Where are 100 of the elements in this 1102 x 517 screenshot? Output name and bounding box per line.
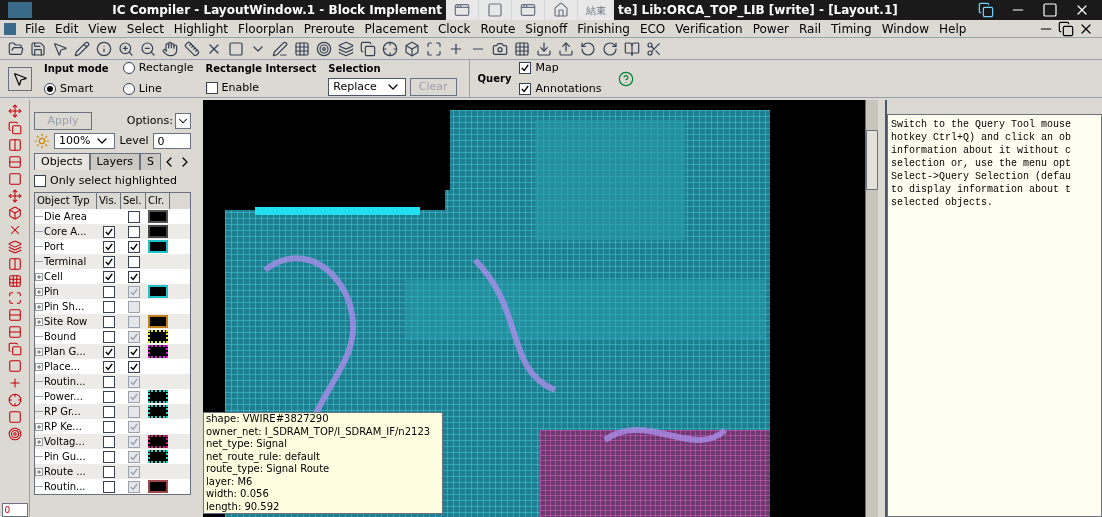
- help-icon[interactable]: [617, 70, 634, 87]
- grid-icon[interactable]: [294, 40, 310, 57]
- checkbox-label[interactable]: Annotations: [535, 80, 602, 97]
- checkbox[interactable]: [103, 330, 115, 343]
- checkbox[interactable]: [519, 62, 532, 75]
- expand-icon[interactable]: [35, 422, 43, 431]
- checkbox[interactable]: [103, 405, 115, 418]
- expand-icon[interactable]: [35, 287, 43, 296]
- menu-item[interactable]: Window: [876, 19, 934, 38]
- checkbox[interactable]: [103, 480, 115, 493]
- tool-icon[interactable]: [7, 376, 22, 390]
- tab[interactable]: Objects: [34, 152, 90, 170]
- tool-icon[interactable]: [7, 257, 22, 271]
- checkbox[interactable]: [103, 300, 115, 313]
- toolbar-icon[interactable]: [454, 2, 470, 18]
- box-icon[interactable]: [404, 40, 420, 57]
- checkbox[interactable]: [103, 240, 115, 253]
- color-swatch[interactable]: [148, 450, 168, 463]
- tool-icon[interactable]: [7, 240, 22, 254]
- tool-icon[interactable]: [7, 410, 22, 424]
- checkbox[interactable]: [103, 315, 115, 328]
- toolbar-icon[interactable]: [553, 2, 569, 18]
- checkbox[interactable]: [103, 420, 115, 433]
- end-button[interactable]: 結束: [578, 0, 614, 20]
- upload-icon[interactable]: [558, 40, 574, 57]
- checkbox[interactable]: [103, 270, 115, 283]
- checkbox[interactable]: [127, 240, 140, 253]
- layout-canvas[interactable]: shape: VWIRE#3827290 owner_net: I_SDRAM_TOP/I_SDRAM_IF/n2123 net_type: Signal net_route_rule: default route_type: Signal Route layer: M6 width: 0.056 length: 90.592: [203, 100, 865, 517]
- caret-icon[interactable]: [175, 113, 191, 129]
- checkbox[interactable]: [127, 210, 140, 223]
- tool-icon[interactable]: [7, 325, 22, 339]
- checkbox-label[interactable]: Enable: [221, 79, 260, 97]
- hand-icon[interactable]: [162, 40, 178, 57]
- expand-icon[interactable]: [35, 437, 43, 446]
- checkbox[interactable]: [34, 174, 46, 187]
- color-swatch[interactable]: [148, 285, 168, 298]
- scissors-icon[interactable]: [646, 40, 662, 57]
- checkbox[interactable]: [103, 390, 115, 403]
- menu-item[interactable]: Timing: [826, 19, 877, 38]
- tool-icon[interactable]: [7, 104, 22, 118]
- color-swatch-icon[interactable]: [228, 40, 244, 57]
- checkbox[interactable]: [127, 270, 140, 283]
- fit-icon[interactable]: [426, 40, 442, 57]
- checkbox[interactable]: [103, 225, 115, 238]
- checkbox[interactable]: [205, 82, 218, 94]
- menu-item[interactable]: Clock: [432, 19, 476, 38]
- tool-icon[interactable]: [7, 121, 22, 135]
- menu-item[interactable]: Route: [475, 19, 521, 38]
- color-swatch[interactable]: [148, 435, 168, 448]
- menu-item[interactable]: Floorplan: [233, 19, 299, 38]
- checkbox[interactable]: [103, 285, 115, 298]
- menu-item[interactable]: Preroute: [298, 19, 360, 38]
- checkbox[interactable]: [103, 345, 115, 358]
- grid-icon[interactable]: [514, 40, 530, 57]
- menu-item[interactable]: File: [20, 19, 51, 38]
- color-swatch[interactable]: [148, 345, 168, 358]
- tool-icon[interactable]: [7, 359, 22, 373]
- tool-icon[interactable]: [7, 393, 22, 407]
- target-icon[interactable]: [316, 40, 332, 57]
- checkbox[interactable]: [103, 450, 115, 463]
- radio-button[interactable]: [122, 62, 135, 75]
- tool-icon[interactable]: [7, 342, 22, 356]
- radio-label[interactable]: Line: [138, 80, 162, 97]
- radio-label[interactable]: Rectangle: [138, 60, 194, 77]
- copy-icon[interactable]: [360, 40, 376, 57]
- tool-icon[interactable]: [7, 427, 22, 441]
- menu-item[interactable]: Highlight: [168, 19, 234, 38]
- tool-icon[interactable]: [7, 274, 22, 288]
- pencil-icon[interactable]: [74, 40, 90, 57]
- menu-item[interactable]: Finishing: [572, 19, 635, 38]
- tool-icon[interactable]: [7, 308, 22, 322]
- book-icon[interactable]: [624, 40, 640, 57]
- tab[interactable]: Layers: [89, 152, 140, 170]
- menu-item[interactable]: Placement: [359, 19, 433, 38]
- menu-item[interactable]: Signoff: [520, 19, 573, 38]
- color-swatch[interactable]: [148, 390, 168, 403]
- color-swatch[interactable]: [148, 405, 168, 418]
- checkbox-label[interactable]: Map: [535, 60, 559, 77]
- pointer-icon[interactable]: [52, 40, 68, 57]
- checkbox[interactable]: [103, 360, 115, 373]
- menu-item[interactable]: Help: [934, 19, 972, 38]
- checkbox-label[interactable]: Only select highlighted: [50, 172, 177, 189]
- checkbox[interactable]: [127, 255, 140, 268]
- options-dropdown[interactable]: Options:: [126, 112, 191, 130]
- zoom-out-icon[interactable]: [140, 40, 156, 57]
- tool-icon[interactable]: [7, 206, 22, 220]
- color-swatch[interactable]: [148, 210, 168, 223]
- expand-icon[interactable]: [35, 272, 43, 281]
- color-swatch[interactable]: [148, 315, 168, 328]
- redo-icon[interactable]: [602, 40, 618, 57]
- radio-button[interactable]: [122, 82, 135, 95]
- color-swatch[interactable]: [148, 240, 168, 253]
- checkbox[interactable]: [127, 225, 140, 238]
- ruler-icon[interactable]: [184, 40, 200, 57]
- undo-icon[interactable]: [580, 40, 596, 57]
- maximize-icon[interactable]: [1042, 2, 1058, 18]
- tool-icon[interactable]: [7, 172, 22, 186]
- menu-item[interactable]: Verification: [670, 19, 748, 38]
- color-swatch[interactable]: [148, 480, 168, 493]
- radio-label[interactable]: Smart: [60, 80, 94, 97]
